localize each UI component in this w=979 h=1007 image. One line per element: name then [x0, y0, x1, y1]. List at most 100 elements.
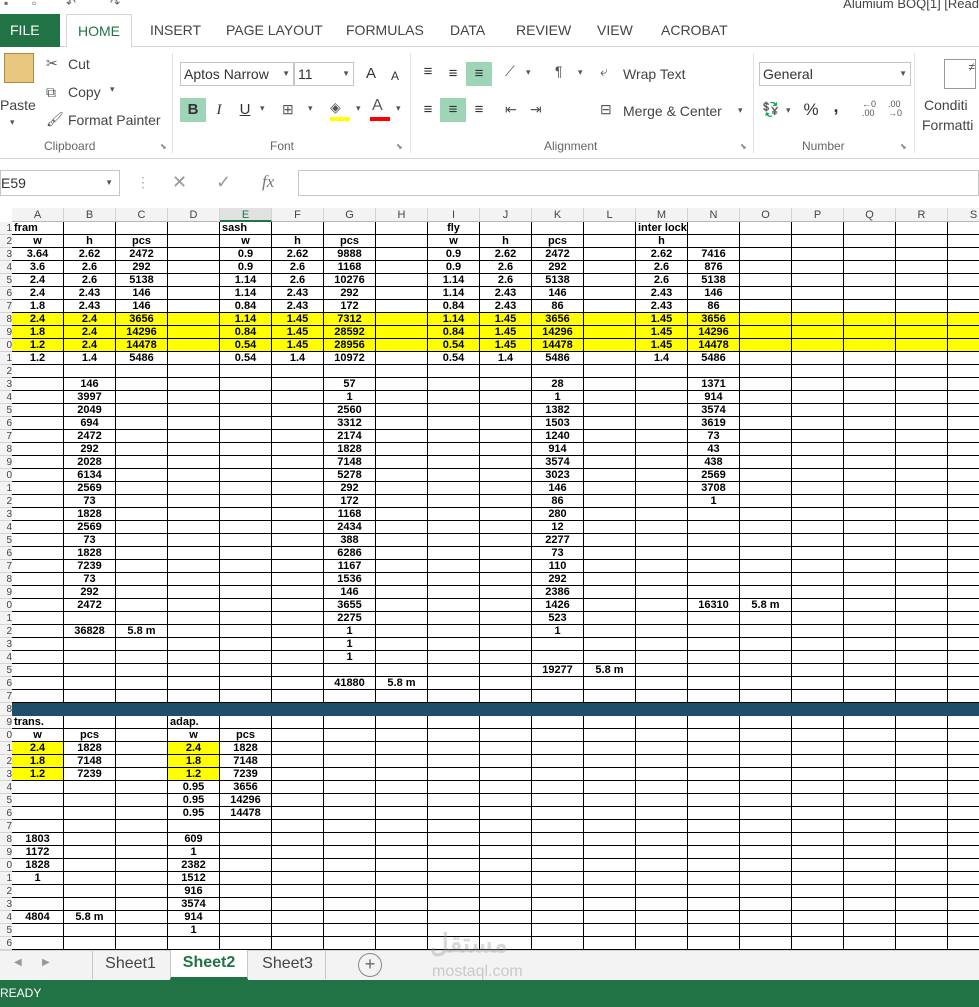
cell-m31[interactable]	[636, 612, 688, 625]
cell-k49[interactable]	[532, 846, 584, 859]
cell-d35[interactable]	[168, 664, 220, 677]
chevron-down-icon[interactable]: ▾	[110, 84, 115, 95]
cell-i11[interactable]: 0.54	[428, 352, 480, 365]
cell-p15[interactable]	[792, 404, 844, 417]
cell-e3[interactable]: 0.9	[220, 248, 272, 261]
cell-f22[interactable]	[272, 495, 324, 508]
cell-e7[interactable]: 0.84	[220, 300, 272, 313]
cell-c51[interactable]	[116, 872, 168, 885]
cell-b55[interactable]	[64, 924, 116, 937]
cell-n27[interactable]	[688, 560, 740, 573]
cell-i7[interactable]: 0.84	[428, 300, 480, 313]
chevron-down-icon[interactable]: ▾	[396, 103, 401, 114]
row-header[interactable]: 5	[0, 924, 12, 937]
cell-s10[interactable]	[948, 339, 979, 352]
cell-q7[interactable]	[844, 300, 896, 313]
column-header-k[interactable]: K	[532, 208, 584, 222]
cell-l13[interactable]	[584, 378, 636, 391]
row-header[interactable]: 2	[0, 625, 12, 638]
cell-f34[interactable]	[272, 651, 324, 664]
cell-g41[interactable]	[324, 742, 376, 755]
cell-k21[interactable]: 146	[532, 482, 584, 495]
chevron-down-icon[interactable]: ▾	[356, 103, 361, 114]
cell-g19[interactable]: 7148	[324, 456, 376, 469]
column-header-q[interactable]: Q	[844, 208, 896, 222]
cell-f56[interactable]	[272, 937, 324, 950]
cell-a33[interactable]	[12, 638, 64, 651]
cell-k50[interactable]	[532, 859, 584, 872]
cell-l22[interactable]	[584, 495, 636, 508]
cell-b29[interactable]: 292	[64, 586, 116, 599]
cell-b2[interactable]: h	[64, 235, 116, 248]
cell-g51[interactable]	[324, 872, 376, 885]
cell-q56[interactable]	[844, 937, 896, 950]
cell-c10[interactable]: 14478	[116, 339, 168, 352]
cell-q12[interactable]	[844, 365, 896, 378]
cell-h27[interactable]	[376, 560, 428, 573]
cell-m55[interactable]	[636, 924, 688, 937]
cell-c20[interactable]	[116, 469, 168, 482]
cell-i41[interactable]	[428, 742, 480, 755]
cell-k36[interactable]	[532, 677, 584, 690]
cell-q3[interactable]	[844, 248, 896, 261]
cell-m48[interactable]	[636, 833, 688, 846]
row-header[interactable]: 5	[0, 794, 12, 807]
cell-h1[interactable]	[376, 222, 428, 235]
cell-c35[interactable]	[116, 664, 168, 677]
row-header[interactable]: 9	[0, 586, 12, 599]
cell-s25[interactable]	[948, 534, 979, 547]
cell-r55[interactable]	[896, 924, 948, 937]
cell-h56[interactable]	[376, 937, 428, 950]
cell-s33[interactable]	[948, 638, 979, 651]
cell-c52[interactable]	[116, 885, 168, 898]
cell-o3[interactable]	[740, 248, 792, 261]
cell-a52[interactable]	[12, 885, 64, 898]
cell-e5[interactable]: 1.14	[220, 274, 272, 287]
cell-f24[interactable]	[272, 521, 324, 534]
cell-q20[interactable]	[844, 469, 896, 482]
cell-m7[interactable]: 2.43	[636, 300, 688, 313]
row-header[interactable]: 4	[0, 521, 12, 534]
cell-h41[interactable]	[376, 742, 428, 755]
formula-input[interactable]	[298, 170, 979, 196]
cell-n25[interactable]	[688, 534, 740, 547]
cell-p37[interactable]	[792, 690, 844, 703]
cell-o24[interactable]	[740, 521, 792, 534]
cell-b20[interactable]: 6134	[64, 469, 116, 482]
cell-r30[interactable]	[896, 599, 948, 612]
row-header[interactable]: 9	[0, 326, 12, 339]
column-header-j[interactable]: J	[480, 208, 532, 222]
cell-h16[interactable]	[376, 417, 428, 430]
cell-f52[interactable]	[272, 885, 324, 898]
row-header[interactable]: 3	[0, 508, 12, 521]
cell-k5[interactable]: 5138	[532, 274, 584, 287]
cell-q17[interactable]	[844, 430, 896, 443]
cell-a51[interactable]: 1	[12, 872, 64, 885]
cell-j8[interactable]: 1.45	[480, 313, 532, 326]
cell-a6[interactable]: 2.4	[12, 287, 64, 300]
cell-p22[interactable]	[792, 495, 844, 508]
cell-e42[interactable]: 7148	[220, 755, 272, 768]
cell-h39[interactable]	[376, 716, 428, 729]
cell-p31[interactable]	[792, 612, 844, 625]
chevron-down-icon[interactable]: ▾	[786, 105, 791, 116]
cell-o29[interactable]	[740, 586, 792, 599]
save-icon[interactable]: ▫	[32, 0, 46, 10]
cell-l34[interactable]	[584, 651, 636, 664]
cell-f25[interactable]	[272, 534, 324, 547]
cell-b33[interactable]	[64, 638, 116, 651]
row-header[interactable]: 2	[0, 235, 12, 248]
cell-c46[interactable]	[116, 807, 168, 820]
cell-o14[interactable]	[740, 391, 792, 404]
cell-p16[interactable]	[792, 417, 844, 430]
cell-a46[interactable]	[12, 807, 64, 820]
cell-b9[interactable]: 2.4	[64, 326, 116, 339]
cell-r53[interactable]	[896, 898, 948, 911]
cell-m6[interactable]: 2.43	[636, 287, 688, 300]
cell-d28[interactable]	[168, 573, 220, 586]
cell-o31[interactable]	[740, 612, 792, 625]
cell-m16[interactable]	[636, 417, 688, 430]
cell-j24[interactable]	[480, 521, 532, 534]
sheet-tab-sheet3[interactable]: Sheet3	[250, 951, 326, 979]
cell-r3[interactable]	[896, 248, 948, 261]
